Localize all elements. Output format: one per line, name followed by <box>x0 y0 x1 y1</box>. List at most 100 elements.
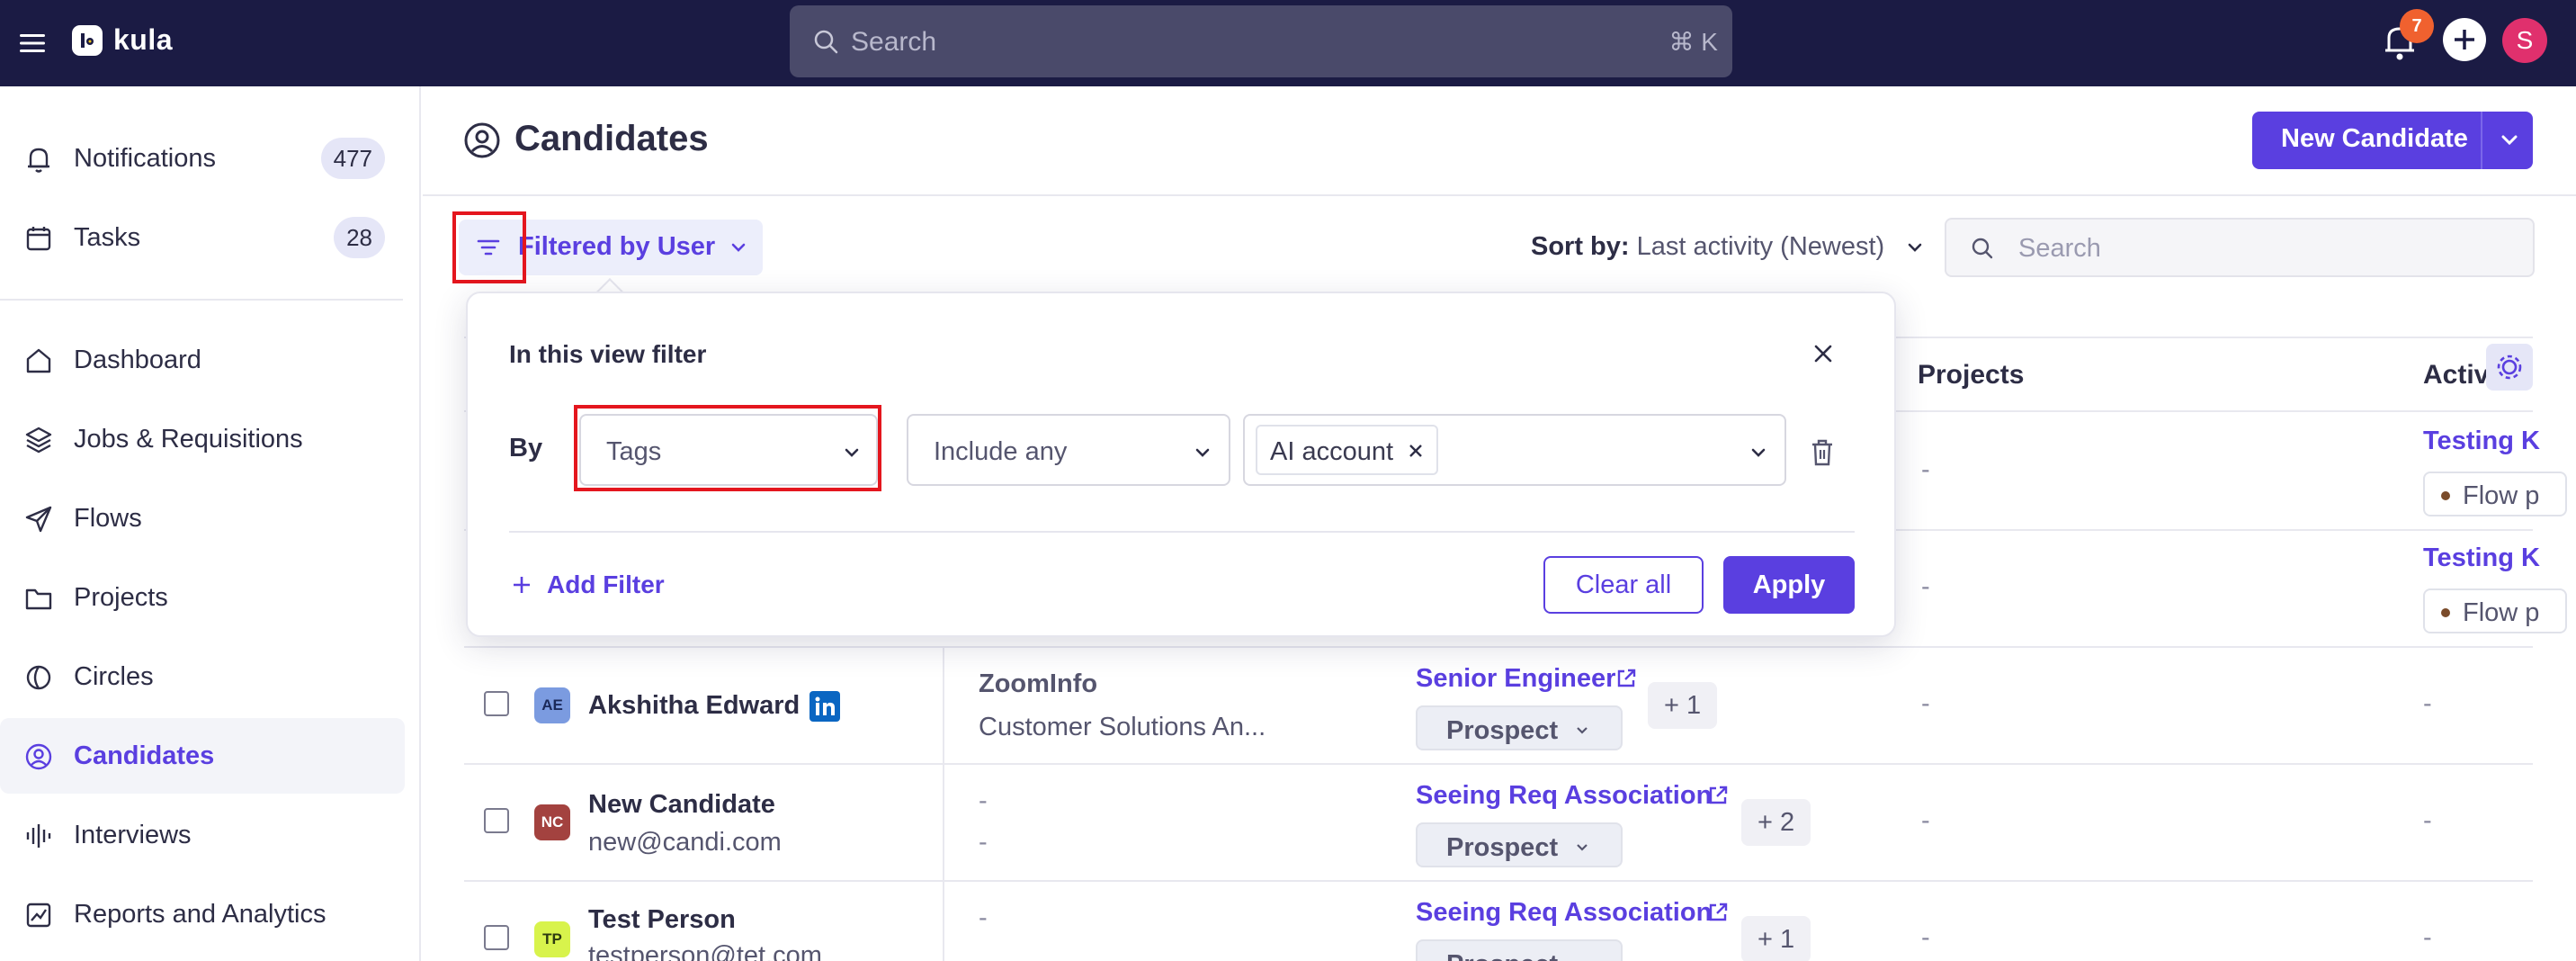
row-divider <box>464 646 2533 648</box>
status-dot <box>2441 608 2450 617</box>
column-settings-button[interactable] <box>2486 344 2533 391</box>
layers-icon <box>25 427 52 454</box>
sidebar-item-dashboard[interactable]: Dashboard <box>0 322 405 398</box>
sidebar-item-label: Jobs & Requisitions <box>74 424 303 454</box>
row-divider <box>464 880 2533 882</box>
popover-title: In this view filter <box>509 340 707 368</box>
filter-by-label: By <box>509 434 543 463</box>
stage-dropdown[interactable]: Prospect <box>1416 822 1623 867</box>
clear-all-button[interactable]: Clear all <box>1543 556 1704 614</box>
home-icon <box>26 348 51 373</box>
linkedin-icon[interactable] <box>809 691 840 722</box>
more-jobs-chip[interactable]: + 2 <box>1741 799 1811 846</box>
activity-cell: - <box>2423 689 2432 718</box>
close-icon[interactable] <box>1808 338 1838 369</box>
add-filter-label: Add Filter <box>547 570 665 598</box>
page-header: Candidates New Candidate <box>423 86 2576 196</box>
candidate-name[interactable]: Akshitha Edward <box>588 691 800 721</box>
candidate-avatar: AE <box>534 687 570 723</box>
stage-dropdown[interactable]: Prospect <box>1416 705 1623 750</box>
trash-icon[interactable] <box>1808 437 1837 468</box>
sidebar-item-reports[interactable]: Reports and Analytics <box>0 876 405 952</box>
chevron-down-icon <box>731 243 746 252</box>
filter-operator-value: Include any <box>934 437 1068 466</box>
candidate-search-placeholder: Search <box>2018 234 2101 263</box>
stage-label: Prospect <box>1446 833 1559 862</box>
search-icon <box>814 30 838 54</box>
app-name: kula <box>113 23 174 56</box>
projects-cell: - <box>1921 572 1930 601</box>
sidebar-item-flows[interactable]: Flows <box>0 480 405 556</box>
row-checkbox[interactable] <box>484 808 509 833</box>
flow-chip[interactable]: Flow p <box>2423 472 2567 516</box>
audio-wave-icon <box>26 824 51 848</box>
app-logo[interactable]: kula <box>72 23 173 57</box>
column-divider <box>943 648 944 961</box>
chevron-down-icon[interactable] <box>1901 234 1928 261</box>
column-header-projects[interactable]: Projects <box>1918 360 2024 391</box>
more-jobs-chip[interactable]: + 1 <box>1648 682 1718 729</box>
quick-add-button[interactable] <box>2443 18 2486 61</box>
job-link[interactable]: Senior Engineer <box>1416 664 1615 694</box>
flow-label: Flow p <box>2463 598 2540 627</box>
activity-cell: - <box>2423 923 2432 952</box>
stage-dropdown[interactable]: Prospect <box>1416 939 1623 961</box>
sidebar-item-interviews[interactable]: Interviews <box>0 797 405 873</box>
hamburger-menu-icon[interactable] <box>16 27 49 59</box>
user-avatar[interactable]: S <box>2502 18 2547 63</box>
circles-icon <box>26 665 51 690</box>
candidate-name[interactable]: New Candidate <box>588 790 775 820</box>
chevron-down-icon <box>1751 448 1766 457</box>
external-link-icon[interactable] <box>1705 783 1731 808</box>
filter-operator-select[interactable]: Include any <box>907 414 1230 486</box>
job-role: Customer Solutions An... <box>979 713 1266 741</box>
sidebar-item-label: Projects <box>74 582 168 612</box>
new-candidate-label: New Candidate <box>2281 124 2468 153</box>
job-link[interactable]: Seeing Req Association <box>1416 781 1712 811</box>
row-checkbox[interactable] <box>484 925 509 950</box>
job-link[interactable]: Seeing Req Association <box>1416 898 1712 928</box>
candidate-name[interactable]: Test Person <box>588 905 736 935</box>
projects-cell: - <box>1921 923 1930 952</box>
external-link-icon[interactable] <box>1705 900 1731 925</box>
gear-icon <box>2497 355 2522 380</box>
filter-value-select[interactable]: AI account AI account <box>1243 414 1786 486</box>
external-link-icon[interactable] <box>1614 666 1639 691</box>
candidate-search-input[interactable]: Search <box>1945 218 2535 277</box>
sidebar-item-label: Flows <box>74 503 142 533</box>
sidebar-item-label: Dashboard <box>74 345 201 374</box>
sort-value: Last activity (Newest) <box>1636 232 1885 261</box>
tags-select-highlight <box>574 405 881 491</box>
button-separator <box>2481 112 2482 169</box>
candidate-email: testperson@tet.com <box>588 941 822 961</box>
activity-link[interactable]: Testing K <box>2423 427 2540 456</box>
sidebar-item-circles[interactable]: Circles <box>0 639 405 714</box>
flow-label: Flow p <box>2463 481 2540 510</box>
flow-chip[interactable]: Flow p <box>2423 588 2567 633</box>
new-candidate-button[interactable]: New Candidate <box>2252 112 2533 169</box>
search-shortcut: ⌘ K <box>1668 28 1718 56</box>
chevron-down-icon <box>1195 448 1210 457</box>
notifications-count-badge: 477 <box>320 138 385 179</box>
global-search-input[interactable]: Search ⌘ K <box>790 5 1732 77</box>
sort-control[interactable]: Sort by: Last activity (Newest) <box>1531 232 1884 262</box>
activity-link[interactable]: Testing K <box>2423 543 2540 573</box>
sidebar-item-jobs[interactable]: Jobs & Requisitions <box>0 401 405 477</box>
plus-icon <box>2455 30 2474 49</box>
sidebar-item-notifications[interactable]: Notifications 477 <box>0 121 405 196</box>
bell-icon <box>28 148 49 173</box>
search-icon <box>1972 238 1993 259</box>
remove-tag-icon[interactable] <box>1406 441 1426 461</box>
apply-button[interactable]: Apply <box>1723 556 1855 614</box>
sidebar-divider <box>0 299 403 301</box>
sidebar-item-label: Interviews <box>74 820 192 849</box>
page-title: Candidates <box>514 119 709 158</box>
company-name: - <box>979 903 988 932</box>
sidebar-item-tasks[interactable]: Tasks 28 <box>0 200 405 275</box>
row-checkbox[interactable] <box>484 691 509 716</box>
candidate-email: new@candi.com <box>588 828 782 857</box>
more-jobs-chip[interactable]: + 1 <box>1741 916 1811 961</box>
sidebar-item-candidates[interactable]: Candidates <box>0 718 405 794</box>
chevron-down-icon[interactable] <box>2495 126 2524 155</box>
sidebar-item-projects[interactable]: Projects <box>0 560 405 635</box>
